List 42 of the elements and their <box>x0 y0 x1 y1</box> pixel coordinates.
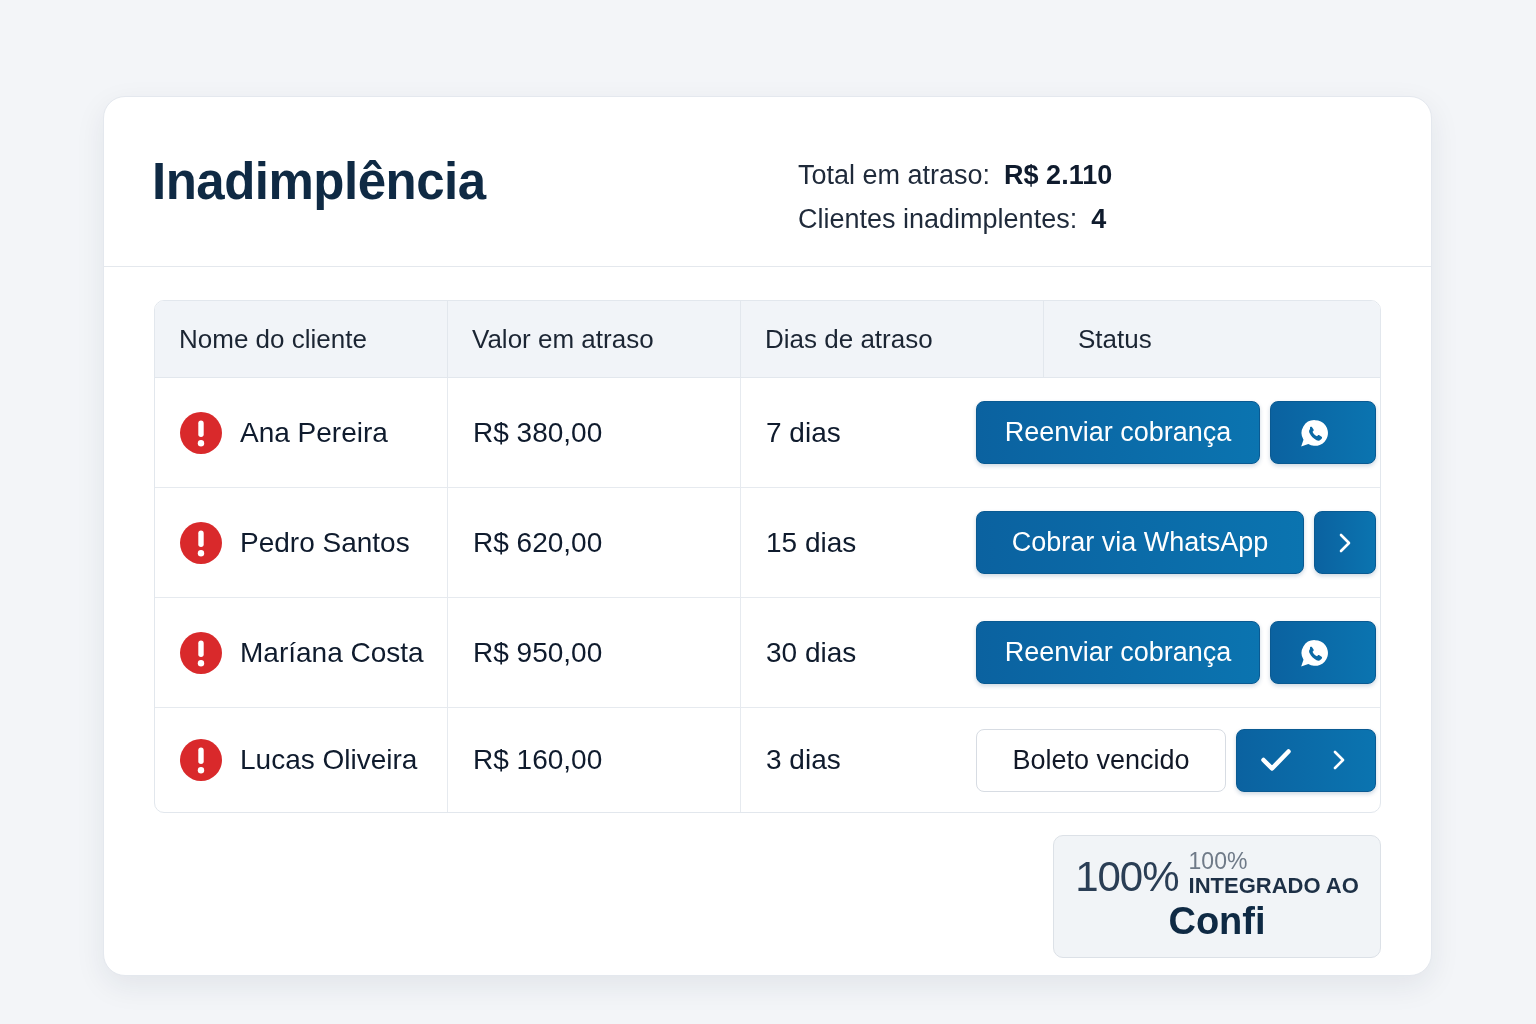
overdue-amount: R$ 380,00 <box>473 416 603 449</box>
action-button[interactable]: Reenviar cobrança <box>976 621 1260 684</box>
summary-label: Total em atraso: <box>798 158 991 192</box>
client-name: Pedro Santos <box>240 526 410 559</box>
column-header: Nome do cliente <box>155 301 448 377</box>
chat-button[interactable] <box>1270 401 1376 464</box>
chat-phone-icon <box>1299 417 1329 448</box>
badge-percent-small: 100% <box>1188 849 1249 873</box>
overdue-days: 15 dias <box>766 526 857 559</box>
overdue-amount: R$ 620,00 <box>473 526 603 559</box>
page-title: Inadimplência <box>152 151 488 212</box>
status-button[interactable]: Boleto vencido <box>976 728 1226 792</box>
brand-name: Confi <box>1168 899 1266 943</box>
overdue-days: 30 dias <box>766 636 857 669</box>
summary-label: Clientes inadimplentes: <box>798 202 1078 236</box>
overdue-days: 3 dias <box>766 744 841 776</box>
action-button[interactable]: Cobrar via WhatsApp <box>976 511 1304 574</box>
client-name: Maríana Costa <box>240 636 424 669</box>
alert-icon <box>180 521 222 564</box>
action-button[interactable]: Reenviar cobrança <box>976 401 1260 464</box>
alert-icon <box>180 411 222 454</box>
client-name: Ana Pereira <box>240 416 388 449</box>
client-name: Lucas Oliveira <box>240 744 418 776</box>
overdue-amount: R$ 950,00 <box>473 636 603 669</box>
chat-button[interactable] <box>1270 621 1376 684</box>
summary-value: R$ 2.110 <box>1004 158 1113 192</box>
chat-phone-icon <box>1299 637 1329 668</box>
chevron-right-icon <box>1339 532 1351 553</box>
column-header: Dias de atraso <box>741 301 1044 377</box>
column-header: Valor em atraso <box>448 301 741 377</box>
badge-percent: 100% <box>1075 855 1179 899</box>
badge-caption: INTEGRADO AO <box>1188 873 1359 899</box>
alert-icon <box>180 631 222 674</box>
alert-icon <box>180 739 222 781</box>
check-icon <box>1261 749 1291 771</box>
overdue-amount: R$ 160,00 <box>473 744 603 776</box>
confirm-next-button[interactable] <box>1236 728 1376 792</box>
overdue-days: 7 dias <box>766 416 841 449</box>
chevron-right-icon <box>1333 750 1345 770</box>
next-button[interactable] <box>1314 511 1376 574</box>
column-header: Status <box>1077 322 1153 356</box>
summary-value: 4 <box>1091 202 1107 236</box>
